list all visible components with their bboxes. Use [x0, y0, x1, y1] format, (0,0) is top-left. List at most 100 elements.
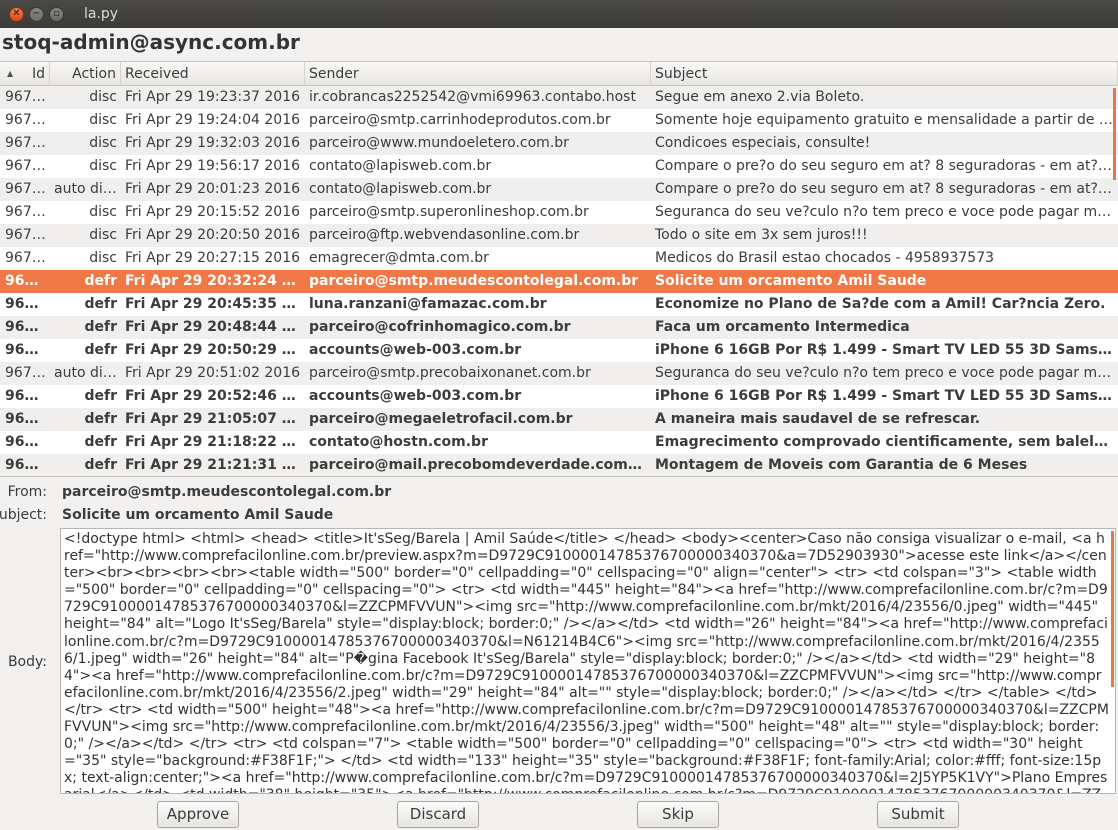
close-icon: ✕	[12, 8, 21, 19]
table-row[interactable]: 96752 disc Fri Apr 29 19:56:17 2016 contato…	[0, 155, 1118, 178]
window-minimize-button[interactable]: −	[29, 6, 44, 22]
cell-id: 96753	[5, 181, 50, 197]
table-row[interactable]: 96758 defr Fri Apr 29 20:45:35 2016 luna.ra…	[0, 293, 1118, 316]
cell-action: disc	[89, 158, 117, 174]
cell-sender: parceiro@www.mundoeletero.com.br	[309, 135, 569, 151]
table-row[interactable]: 96756 disc Fri Apr 29 20:27:15 2016 emagrec…	[0, 247, 1118, 270]
cell-received: Fri Apr 29 20:20:50 2016	[125, 227, 301, 243]
cell-id: 96758	[5, 296, 50, 312]
approve-button[interactable]: Approve	[157, 801, 239, 828]
message-table[interactable]: ▲ Id Action Received Sender Subject 9674…	[0, 61, 1118, 477]
cell-subject: Compare o pre?o do seu seguro em at? 8 s…	[655, 158, 1118, 174]
cell-received: Fri Apr 29 21:21:31 2016	[125, 457, 305, 473]
cell-sender: parceiro@mail.precobomdeverdade.com.br	[309, 457, 651, 473]
window-close-button[interactable]: ✕	[9, 6, 24, 22]
cell-id: 96755	[5, 227, 50, 243]
cell-sender: contato@lapisweb.com.br	[309, 158, 492, 174]
cell-id: 96760	[5, 342, 50, 358]
window-maximize-button[interactable]: ▫	[49, 6, 64, 22]
table-header: ▲ Id Action Received Sender Subject	[0, 62, 1118, 86]
body-scroll-indicator[interactable]	[1111, 531, 1114, 687]
column-header-sender[interactable]: Sender	[305, 62, 651, 86]
body-text[interactable]: <!doctype html> <html> <head> <title>It'…	[61, 529, 1115, 793]
table-row[interactable]: 96749 disc Fri Apr 29 19:23:37 2016 ir.cobr…	[0, 86, 1118, 109]
cell-action: defr	[84, 319, 117, 335]
cell-sender: parceiro@megaeletrofacil.com.br	[309, 411, 573, 427]
table-scroll-indicator[interactable]	[1113, 88, 1116, 180]
cell-received: Fri Apr 29 20:48:44 2016	[125, 319, 305, 335]
sort-ascending-icon: ▲	[7, 69, 14, 78]
table-row[interactable]: 96762 defr Fri Apr 29 20:52:46 2016 account…	[0, 385, 1118, 408]
cell-action: defr	[84, 273, 117, 289]
cell-action: disc	[89, 135, 117, 151]
cell-sender: parceiro@smtp.carrinhodeprodutos.com.br	[309, 112, 611, 128]
table-row[interactable]: 96763 defr Fri Apr 29 21:05:07 2016 parceir…	[0, 408, 1118, 431]
table-row[interactable]: 96753 auto disc Fri Apr 29 20:01:23 2016 co…	[0, 178, 1118, 201]
table-body: 96749 disc Fri Apr 29 19:23:37 2016 ir.cobr…	[0, 86, 1118, 476]
table-row[interactable]: 96751 disc Fri Apr 29 19:32:03 2016 parceir…	[0, 132, 1118, 155]
cell-id: 96761	[5, 365, 50, 381]
table-row[interactable]: 96765 defr Fri Apr 29 21:21:31 2016 parceir…	[0, 454, 1118, 476]
cell-subject: Somente hoje equipamento gratuito e mens…	[655, 112, 1118, 128]
cell-received: Fri Apr 29 21:05:07 2016	[125, 411, 305, 427]
from-value: parceiro@smtp.meudescontolegal.com.br	[62, 484, 392, 500]
cell-sender: contato@lapisweb.com.br	[309, 181, 492, 197]
cell-subject: Seguranca do seu ve?culo n?o tem preco e…	[655, 204, 1118, 220]
column-header-id[interactable]: ▲ Id	[0, 62, 50, 86]
cell-id: 96763	[5, 411, 50, 427]
account-label: stoq-admin@async.com.br	[2, 30, 300, 54]
cell-received: Fri Apr 29 19:56:17 2016	[125, 158, 301, 174]
cell-received: Fri Apr 29 20:51:02 2016	[125, 365, 301, 381]
cell-received: Fri Apr 29 20:32:24 2016	[125, 273, 305, 289]
column-header-action[interactable]: Action	[50, 62, 121, 86]
cell-action: auto disc	[54, 181, 118, 197]
cell-action: disc	[89, 89, 117, 105]
cell-sender: ir.cobrancas2252542@vmi69963.contabo.hos…	[309, 89, 636, 105]
cell-received: Fri Apr 29 20:50:29 2016	[125, 342, 305, 358]
cell-received: Fri Apr 29 21:18:22 2016	[125, 434, 305, 450]
table-row[interactable]: 96761 auto disc Fri Apr 29 20:51:02 2016 pa…	[0, 362, 1118, 385]
cell-subject: Montagem de Moveis com Garantia de 6 Mes…	[655, 457, 1028, 473]
cell-subject: Faca um orcamento Intermedica	[655, 319, 910, 335]
cell-id: 96757	[5, 273, 50, 289]
cell-id: 96749	[5, 89, 50, 105]
discard-button[interactable]: Discard	[397, 801, 479, 828]
table-row[interactable]: 96750 disc Fri Apr 29 19:24:04 2016 parceir…	[0, 109, 1118, 132]
cell-received: Fri Apr 29 20:27:15 2016	[125, 250, 301, 266]
column-header-subject[interactable]: Subject	[651, 62, 1118, 86]
table-row[interactable]: 96760 defr Fri Apr 29 20:50:29 2016 account…	[0, 339, 1118, 362]
cell-action: defr	[84, 388, 117, 404]
cell-id: 96764	[5, 434, 50, 450]
cell-received: Fri Apr 29 20:01:23 2016	[125, 181, 301, 197]
cell-subject: Compare o pre?o do seu seguro em at? 8 s…	[655, 181, 1118, 197]
window-title: la.py	[84, 6, 119, 22]
cell-action: disc	[89, 227, 117, 243]
table-row[interactable]: 96757 defr Fri Apr 29 20:32:24 2016 parceir…	[0, 270, 1118, 293]
table-row[interactable]: 96754 disc Fri Apr 29 20:15:52 2016 parceir…	[0, 201, 1118, 224]
table-row[interactable]: 96755 disc Fri Apr 29 20:20:50 2016 parceir…	[0, 224, 1118, 247]
cell-subject: Seguranca do seu ve?culo n?o tem preco e…	[655, 365, 1118, 381]
table-row[interactable]: 96759 defr Fri Apr 29 20:48:44 2016 parceir…	[0, 316, 1118, 339]
table-row[interactable]: 96764 defr Fri Apr 29 21:18:22 2016 contato…	[0, 431, 1118, 454]
cell-sender: parceiro@smtp.meudescontolegal.com.br	[309, 273, 639, 289]
cell-id: 96765	[5, 457, 50, 473]
cell-id: 96750	[5, 112, 50, 128]
cell-action: defr	[84, 342, 117, 358]
cell-sender: contato@hostn.com.br	[309, 434, 488, 450]
submit-button[interactable]: Submit	[877, 801, 959, 828]
cell-received: Fri Apr 29 20:45:35 2016	[125, 296, 305, 312]
column-header-received[interactable]: Received	[121, 62, 305, 86]
cell-subject: Todo o site em 3x sem juros!!!	[655, 227, 868, 243]
cell-sender: parceiro@smtp.precobaixonanet.com.br	[309, 365, 591, 381]
cell-sender: accounts@web-003.com.br	[309, 342, 522, 358]
cell-action: defr	[84, 411, 117, 427]
cell-subject: Solicite um orcamento Amil Saude	[655, 273, 927, 289]
cell-received: Fri Apr 29 19:32:03 2016	[125, 135, 301, 151]
subject-label: Subject:	[0, 507, 47, 523]
cell-action: defr	[84, 296, 117, 312]
subject-value: Solicite um orcamento Amil Saude	[62, 507, 334, 523]
skip-button[interactable]: Skip	[637, 801, 719, 828]
from-label: From:	[7, 484, 47, 500]
body-textview[interactable]: <!doctype html> <html> <head> <title>It'…	[60, 528, 1116, 794]
cell-sender: emagrecer@dmta.com.br	[309, 250, 489, 266]
